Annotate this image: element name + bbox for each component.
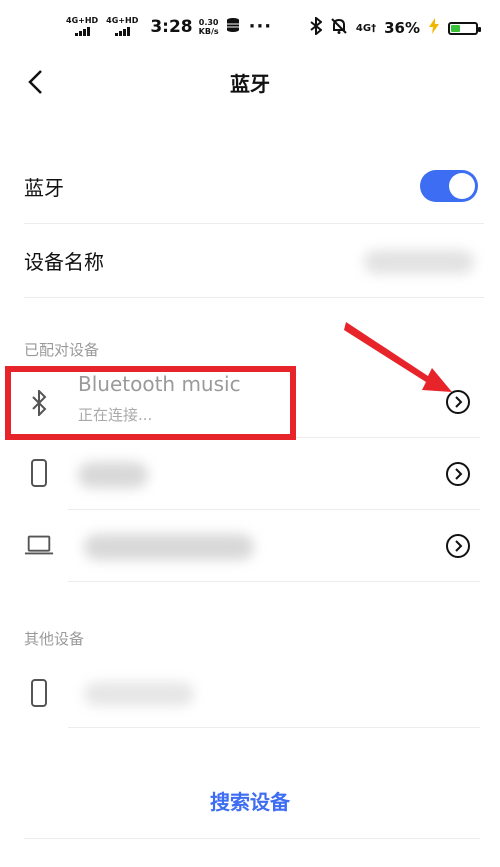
other-device-phone[interactable]	[0, 656, 500, 728]
search-devices-button[interactable]: 搜索设备	[0, 786, 500, 815]
device-name-row[interactable]: 设备名称	[24, 224, 484, 298]
device-name-blurred	[84, 534, 254, 560]
signal-strength-1: 4G+HD	[66, 17, 98, 36]
network-speed: 0.30 KB/s	[198, 17, 219, 36]
bluetooth-toggle[interactable]	[420, 170, 478, 202]
bluetooth-toggle-row: 蓝牙	[24, 148, 484, 224]
more-notifications-icon: ···	[248, 16, 273, 37]
device-details-button[interactable]	[446, 462, 470, 486]
device-details-button[interactable]	[446, 534, 470, 558]
battery-percent: 36%	[384, 19, 420, 37]
paired-devices-header: 已配对设备	[24, 341, 100, 359]
storage-icon	[225, 17, 241, 37]
device-name-blurred	[84, 682, 194, 706]
status-bar: 4G+HD 4G+HD 3:28 0.30 KB/s ··· 4G† 36%	[0, 0, 500, 56]
battery-icon	[448, 21, 481, 35]
network-type: 4G†	[355, 22, 377, 34]
chevron-right-icon	[455, 468, 463, 480]
device-name-value-blurred	[364, 250, 474, 274]
device-name-blurred	[78, 462, 148, 488]
navigation-bar: 蓝牙	[0, 56, 500, 106]
page-title: 蓝牙	[230, 72, 270, 96]
device-name-label: 设备名称	[24, 250, 104, 274]
bluetooth-status-icon	[310, 15, 323, 39]
phone-icon	[24, 458, 54, 488]
divider	[24, 838, 480, 839]
chevron-right-icon	[455, 540, 463, 552]
highlight-annotation-box	[5, 366, 296, 440]
laptop-icon	[24, 530, 54, 560]
mute-bell-icon	[330, 17, 348, 39]
phone-icon	[24, 678, 54, 708]
battery-level	[451, 24, 460, 32]
paired-device-phone[interactable]	[0, 438, 500, 510]
bluetooth-label: 蓝牙	[24, 176, 64, 200]
charging-icon	[428, 18, 440, 38]
toggle-knob	[449, 173, 475, 199]
clock: 3:28	[150, 16, 193, 37]
status-left: 4G+HD 4G+HD 3:28 0.30 KB/s ···	[66, 16, 272, 37]
signal-strength-2: 4G+HD	[106, 17, 138, 36]
red-arrow-annotation-icon	[344, 322, 452, 392]
other-devices-header: 其他设备	[24, 630, 85, 648]
status-right: 4G† 36%	[310, 15, 481, 39]
paired-device-laptop[interactable]	[0, 510, 500, 582]
